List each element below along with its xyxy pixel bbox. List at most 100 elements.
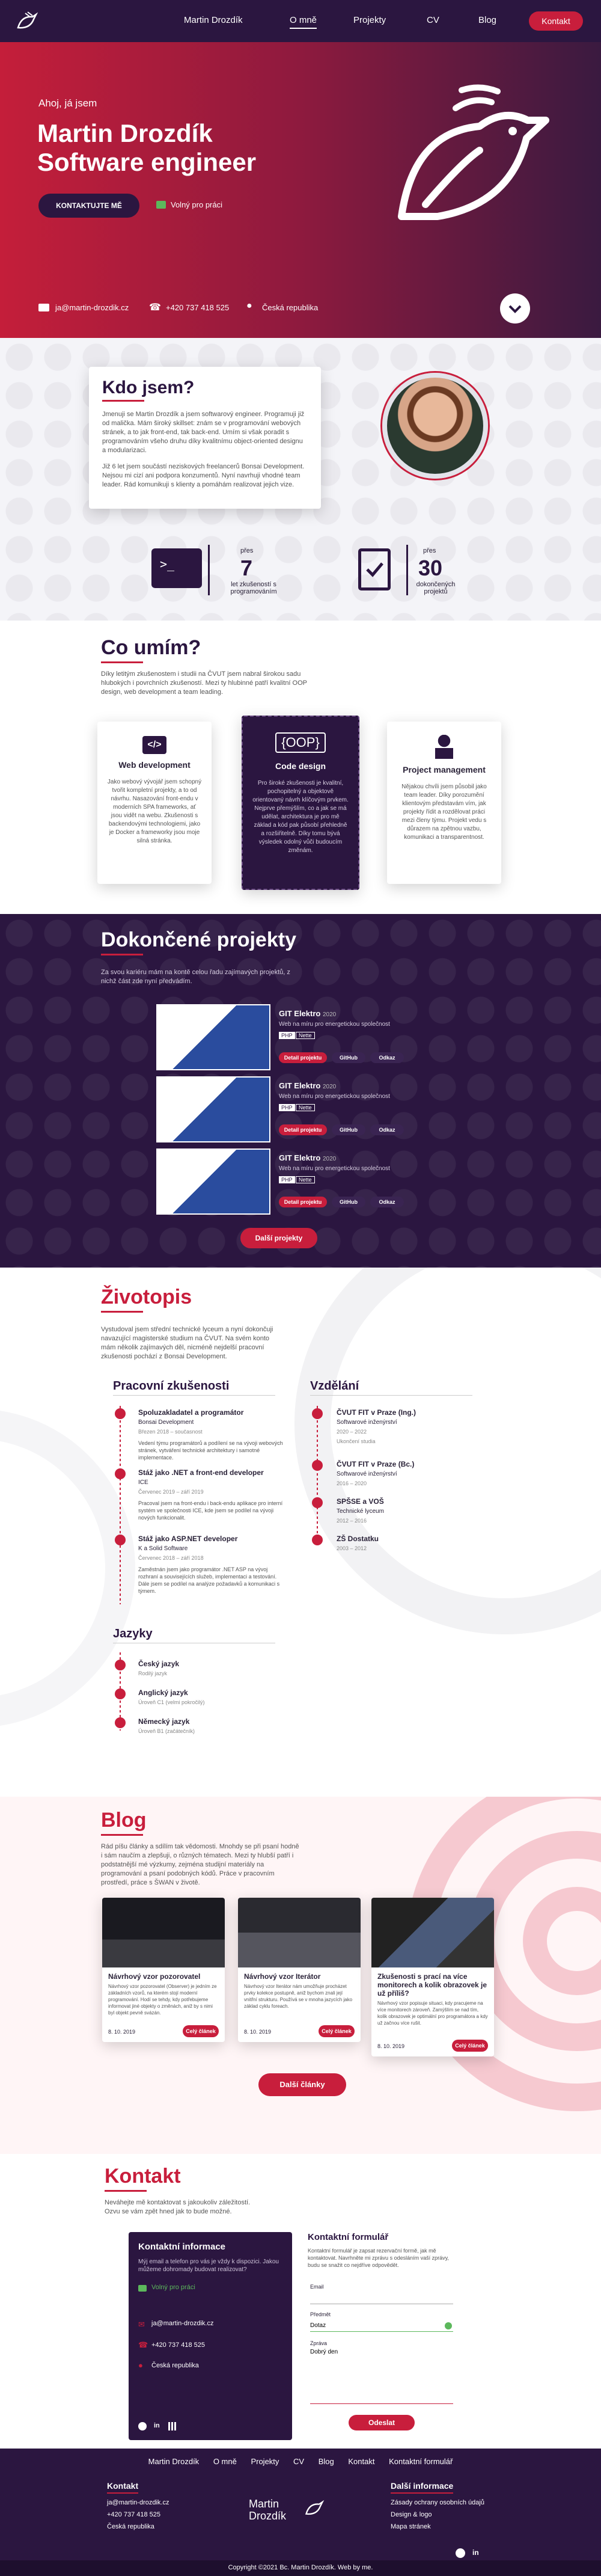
project-detail-button[interactable]: Detail projektu	[279, 1052, 327, 1063]
footer-phone[interactable]: +420 737 418 525	[107, 2511, 160, 2518]
blog-card-2[interactable]: Návrhový vzor Iterátor Návrhový vzor Ite…	[238, 1898, 361, 2042]
project-name: GIT Elektro 2020	[279, 1153, 337, 1162]
blog-read-button[interactable]: Celý článek	[452, 2040, 488, 2052]
chevron-down-icon	[508, 305, 522, 313]
hero-phone[interactable]: +420 737 418 525	[166, 303, 229, 312]
project-thumbnail[interactable]	[156, 1148, 270, 1215]
project-link-button[interactable]: Odkaz	[370, 1124, 404, 1135]
github-icon[interactable]	[456, 2548, 465, 2558]
email-label: Email	[310, 2284, 324, 2290]
edu-date: 2020 – 2022	[337, 1429, 367, 1435]
contact-info-card: Kontaktní informace Mýj email a telefon …	[129, 2232, 292, 2440]
project-thumbnail[interactable]	[156, 1004, 270, 1070]
footer-email[interactable]: ja@martin-drozdik.cz	[107, 2499, 169, 2506]
blog-post-text: Návrhový vzor Iterátor nám umožňuje proc…	[244, 1984, 353, 2009]
scroll-down-button[interactable]	[500, 293, 530, 324]
hero-role: Software engineer	[37, 148, 257, 176]
footer-sitemap-link[interactable]: Mapa stránek	[391, 2523, 431, 2530]
footer-link-cv[interactable]: CV	[293, 2457, 304, 2466]
briefcase-icon	[156, 201, 166, 209]
footer-link-home[interactable]: Martin Drozdík	[148, 2457, 200, 2466]
blog-card-3[interactable]: Zkušenosti s prací na více monitorech a …	[371, 1898, 494, 2056]
footer-brand: Martin Drozdík	[249, 2498, 287, 2522]
blog-card-1[interactable]: Návrhový vzor pozorovatel Návrhový vzor …	[102, 1898, 225, 2042]
project-thumbnail[interactable]	[156, 1076, 270, 1142]
project-year: 2020	[322, 1156, 337, 1162]
contact-title: Kontakt	[105, 2165, 181, 2192]
chart-bars-icon[interactable]	[168, 2422, 177, 2430]
project-detail-button[interactable]: Detail projektu	[279, 1124, 327, 1135]
work-role: Stáž jako ASP.NET developer	[138, 1535, 238, 1543]
phone-icon: ☎	[149, 302, 161, 313]
work-role: Stáž jako .NET a front-end developer	[138, 1468, 264, 1477]
linkedin-icon[interactable]: in	[472, 2548, 479, 2557]
work-company: Bonsai Development	[138, 1419, 194, 1426]
edu-date: 2016 – 2020	[337, 1480, 367, 1486]
timeline-dot	[312, 1535, 323, 1545]
logo-bird-icon[interactable]	[14, 8, 38, 35]
stat1-prefix: přes	[240, 547, 254, 554]
contact-phone[interactable]: +420 737 418 525	[151, 2341, 205, 2349]
project-tag: PHP	[279, 1176, 295, 1183]
project-year: 2020	[322, 1084, 337, 1090]
project-tag: Nette	[296, 1104, 315, 1111]
lang-level: Úroveň C1 (velmi pokročilý)	[138, 1699, 205, 1705]
footer-bird-icon	[303, 2497, 325, 2521]
skill-text-web: Jako webový vývojář jsem schopný tvořit …	[107, 779, 202, 844]
blog-read-button[interactable]: Celý článek	[183, 2025, 219, 2037]
more-articles-button[interactable]: Další články	[258, 2073, 346, 2096]
about-card: Kdo jsem? Jmenuji se Martin Drozdík a js…	[89, 367, 321, 509]
submit-button[interactable]: Odeslat	[349, 2415, 415, 2430]
project-link-button[interactable]: Odkaz	[370, 1197, 404, 1207]
blog-read-button[interactable]: Celý článek	[319, 2025, 355, 2037]
contact-email[interactable]: ja@martin-drozdik.cz	[151, 2320, 213, 2327]
skill-text-code: Pro široké zkušenosti je kvalitní, pocho…	[252, 780, 349, 854]
stat2-label: dokončených projektů	[416, 581, 456, 595]
edu-title: Vzdělání	[310, 1379, 359, 1393]
project-github-button[interactable]: GitHub	[332, 1124, 365, 1135]
checklist-icon	[358, 548, 391, 590]
project-github-button[interactable]: GitHub	[332, 1197, 365, 1207]
nav-link-cv[interactable]: CV	[427, 15, 439, 25]
footer-link-about[interactable]: O mně	[213, 2457, 237, 2466]
project-github-button[interactable]: GitHub	[332, 1052, 365, 1063]
briefcase-icon	[138, 2285, 147, 2292]
footer-privacy-link[interactable]: Zásady ochrany osobních údajů	[391, 2499, 484, 2506]
github-icon[interactable]	[138, 2422, 147, 2430]
stat-divider-2	[406, 545, 408, 595]
hero-bird-illustration	[389, 84, 552, 232]
footer-link-contact[interactable]: Kontakt	[348, 2457, 374, 2466]
project-name: GIT Elektro 2020	[279, 1009, 337, 1018]
footer-design-link[interactable]: Design & logo	[391, 2511, 432, 2518]
linkedin-icon[interactable]: in	[154, 2422, 160, 2429]
work-company: K a Solid Software	[138, 1545, 188, 1552]
lang-level: Úroveň B1 (začátečník)	[138, 1728, 195, 1734]
footer-link-blog[interactable]: Blog	[319, 2457, 334, 2466]
work-date: Březen 2018 – současnost	[138, 1429, 203, 1435]
skill-title-code: Code design	[275, 761, 326, 771]
nav-contact-button[interactable]: Kontakt	[529, 11, 583, 31]
contact-location: Česká republika	[151, 2362, 199, 2369]
hero-email[interactable]: ja@martin-drozdik.cz	[55, 303, 129, 312]
message-label: Zpráva	[310, 2340, 328, 2346]
message-field[interactable]: Dobrý den	[310, 2349, 453, 2404]
hero-contact-button[interactable]: KONTAKTUJTE MĚ	[38, 194, 139, 218]
blog-post-date: 8. 10. 2019	[244, 2029, 272, 2035]
project-detail-button[interactable]: Detail projektu	[279, 1197, 327, 1207]
email-icon	[38, 304, 49, 311]
blog-post-date: 8. 10. 2019	[108, 2029, 136, 2035]
blog-thumbnail	[102, 1898, 225, 1967]
nav-link-home[interactable]: Martin Drozdík	[184, 15, 243, 25]
project-link-button[interactable]: Odkaz	[370, 1052, 404, 1063]
email-field[interactable]	[310, 2292, 453, 2304]
blog-post-title: Zkušenosti s prací na více monitorech a …	[377, 1972, 487, 1998]
nav-link-blog[interactable]: Blog	[478, 15, 496, 25]
skills-section: Co umím? Díky letitým zkušenostem i stud…	[0, 621, 601, 914]
nav-link-about[interactable]: O mně	[290, 15, 317, 29]
subject-field[interactable]	[310, 2320, 453, 2332]
stat1-label: let zkušeností s programováním	[230, 581, 277, 595]
nav-link-projects[interactable]: Projekty	[353, 15, 386, 25]
more-projects-button[interactable]: Další projekty	[240, 1228, 317, 1248]
footer-link-form[interactable]: Kontaktní formulář	[389, 2457, 453, 2466]
footer-link-projects[interactable]: Projekty	[251, 2457, 279, 2466]
